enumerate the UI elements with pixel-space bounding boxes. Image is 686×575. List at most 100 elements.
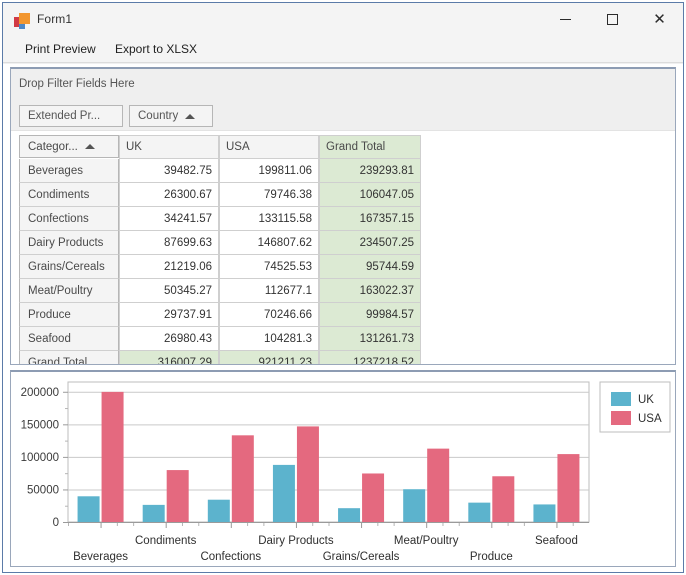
x-axis-category-label: Confections bbox=[200, 551, 261, 563]
table-row[interactable]: Produce 29737.91 70246.66 99984.57 bbox=[19, 303, 421, 327]
row-header[interactable]: Seafood bbox=[19, 327, 119, 351]
y-axis-tick-label: 100000 bbox=[21, 452, 59, 464]
bar-uk[interactable] bbox=[207, 499, 230, 522]
cell-grand-total[interactable]: 106047.05 bbox=[319, 183, 421, 207]
x-axis-category-label: Condiments bbox=[135, 535, 197, 547]
cell-grand-total[interactable]: 163022.37 bbox=[319, 279, 421, 303]
cell-usa[interactable]: 133115.58 bbox=[219, 207, 319, 231]
row-header[interactable]: Beverages bbox=[19, 159, 119, 183]
sort-ascending-icon bbox=[185, 113, 196, 119]
legend-label-uk: UK bbox=[638, 394, 654, 406]
bar-uk[interactable] bbox=[403, 489, 426, 522]
cell-usa[interactable]: 146807.62 bbox=[219, 231, 319, 255]
x-axis-category-label: Beverages bbox=[73, 551, 128, 563]
x-axis-category-label: Seafood bbox=[535, 535, 578, 547]
bar-chart: 0 50000 100000 150000 200000 Beverages Condime… bbox=[21, 381, 671, 563]
row-header-grand-total[interactable]: Grand Total bbox=[19, 351, 119, 364]
cell-uk[interactable]: 87699.63 bbox=[119, 231, 219, 255]
row-header[interactable]: Meat/Poultry bbox=[19, 279, 119, 303]
field-button-country-label: Country bbox=[138, 110, 179, 122]
cell-uk[interactable]: 34241.57 bbox=[119, 207, 219, 231]
cell-grand-total-uk[interactable]: 316007.29 bbox=[119, 351, 219, 364]
cell-grand-total[interactable]: 95744.59 bbox=[319, 255, 421, 279]
table-row[interactable]: Confections 34241.57 133115.58 167357.15 bbox=[19, 207, 421, 231]
app-icon-square-orange bbox=[19, 13, 30, 24]
y-axis-tick-label: 150000 bbox=[21, 419, 59, 431]
cell-uk[interactable]: 21219.06 bbox=[119, 255, 219, 279]
cell-grand-total[interactable]: 234507.25 bbox=[319, 231, 421, 255]
cell-usa[interactable]: 70246.66 bbox=[219, 303, 319, 327]
cell-usa[interactable]: 74525.53 bbox=[219, 255, 319, 279]
window-title: Form1 bbox=[37, 12, 73, 26]
pivot-table: Categor... UK USA Grand Total Beverages … bbox=[19, 135, 421, 364]
table-row-grand-total[interactable]: Grand Total 316007.29 921211.23 1237218.… bbox=[19, 351, 421, 364]
bar-usa[interactable] bbox=[166, 470, 189, 522]
row-header[interactable]: Confections bbox=[19, 207, 119, 231]
bar-usa[interactable] bbox=[296, 426, 319, 522]
x-axis-category-label: Dairy Products bbox=[258, 535, 334, 547]
row-header[interactable]: Dairy Products bbox=[19, 231, 119, 255]
cell-usa[interactable]: 112677.1 bbox=[219, 279, 319, 303]
pivot-grid-panel: Drop Filter Fields Here Extended Pr... C… bbox=[10, 67, 676, 365]
field-button-country[interactable]: Country bbox=[129, 105, 213, 127]
bar-usa[interactable] bbox=[427, 448, 450, 522]
x-axis-category-label: Produce bbox=[470, 551, 513, 563]
cell-grand-total[interactable]: 239293.81 bbox=[319, 159, 421, 183]
cell-grand-total[interactable]: 99984.57 bbox=[319, 303, 421, 327]
field-button-extended-price[interactable]: Extended Pr... bbox=[19, 105, 123, 127]
chart-legend: UK USA bbox=[599, 381, 671, 433]
cell-uk[interactable]: 26980.43 bbox=[119, 327, 219, 351]
bar-uk[interactable] bbox=[468, 502, 491, 522]
bar-usa[interactable] bbox=[362, 473, 385, 522]
cell-grand-total[interactable]: 167357.15 bbox=[319, 207, 421, 231]
bar-usa[interactable] bbox=[101, 391, 124, 522]
bar-usa[interactable] bbox=[492, 476, 515, 522]
minimize-icon bbox=[560, 19, 571, 20]
column-header-uk[interactable]: UK bbox=[119, 135, 219, 159]
pivot-header-row: Categor... UK USA Grand Total bbox=[19, 135, 421, 159]
row-header[interactable]: Grains/Cereals bbox=[19, 255, 119, 279]
close-button[interactable]: ✕ bbox=[636, 3, 683, 36]
row-header[interactable]: Produce bbox=[19, 303, 119, 327]
bar-usa[interactable] bbox=[557, 454, 580, 522]
table-row[interactable]: Dairy Products 87699.63 146807.62 234507… bbox=[19, 231, 421, 255]
cell-grand-total[interactable]: 131261.73 bbox=[319, 327, 421, 351]
pivot-field-header-area: Drop Filter Fields Here Extended Pr... C… bbox=[11, 69, 675, 131]
cell-uk[interactable]: 50345.27 bbox=[119, 279, 219, 303]
title-bar: Form1 ✕ bbox=[3, 3, 683, 37]
column-header-usa[interactable]: USA bbox=[219, 135, 319, 159]
cell-grand-total-usa[interactable]: 921211.23 bbox=[219, 351, 319, 364]
cell-uk[interactable]: 39482.75 bbox=[119, 159, 219, 183]
bar-uk[interactable] bbox=[142, 504, 165, 522]
table-row[interactable]: Seafood 26980.43 104281.3 131261.73 bbox=[19, 327, 421, 351]
cell-grand-total-total[interactable]: 1237218.52 bbox=[319, 351, 421, 364]
table-row[interactable]: Grains/Cereals 21219.06 74525.53 95744.5… bbox=[19, 255, 421, 279]
bar-uk[interactable] bbox=[77, 496, 100, 522]
row-header[interactable]: Condiments bbox=[19, 183, 119, 207]
bar-uk[interactable] bbox=[338, 508, 361, 522]
bar-usa[interactable] bbox=[231, 435, 254, 522]
table-row[interactable]: Meat/Poultry 50345.27 112677.1 163022.37 bbox=[19, 279, 421, 303]
minimize-button[interactable] bbox=[542, 3, 589, 36]
table-row[interactable]: Beverages 39482.75 199811.06 239293.81 bbox=[19, 159, 421, 183]
legend-swatch-uk bbox=[611, 392, 631, 406]
bar-uk[interactable] bbox=[272, 464, 295, 522]
legend-label-usa: USA bbox=[638, 413, 662, 425]
menu-export-to-xlsx[interactable]: Export to XLSX bbox=[113, 42, 199, 56]
menu-print-preview[interactable]: Print Preview bbox=[23, 42, 98, 56]
cell-usa[interactable]: 104281.3 bbox=[219, 327, 319, 351]
table-row[interactable]: Condiments 26300.67 79746.38 106047.05 bbox=[19, 183, 421, 207]
field-button-category[interactable]: Categor... bbox=[19, 135, 119, 158]
column-header-grand-total[interactable]: Grand Total bbox=[319, 135, 421, 159]
maximize-button[interactable] bbox=[589, 3, 636, 36]
cell-usa[interactable]: 79746.38 bbox=[219, 183, 319, 207]
legend-swatch-usa bbox=[611, 411, 631, 425]
cell-uk[interactable]: 26300.67 bbox=[119, 183, 219, 207]
cell-uk[interactable]: 29737.91 bbox=[119, 303, 219, 327]
client-area: Drop Filter Fields Here Extended Pr... C… bbox=[3, 64, 683, 572]
y-axis-tick-label: 200000 bbox=[21, 387, 59, 399]
x-axis-category-label: Grains/Cereals bbox=[323, 551, 400, 563]
sort-ascending-icon bbox=[84, 144, 95, 149]
bar-uk[interactable] bbox=[533, 504, 556, 522]
cell-usa[interactable]: 199811.06 bbox=[219, 159, 319, 183]
